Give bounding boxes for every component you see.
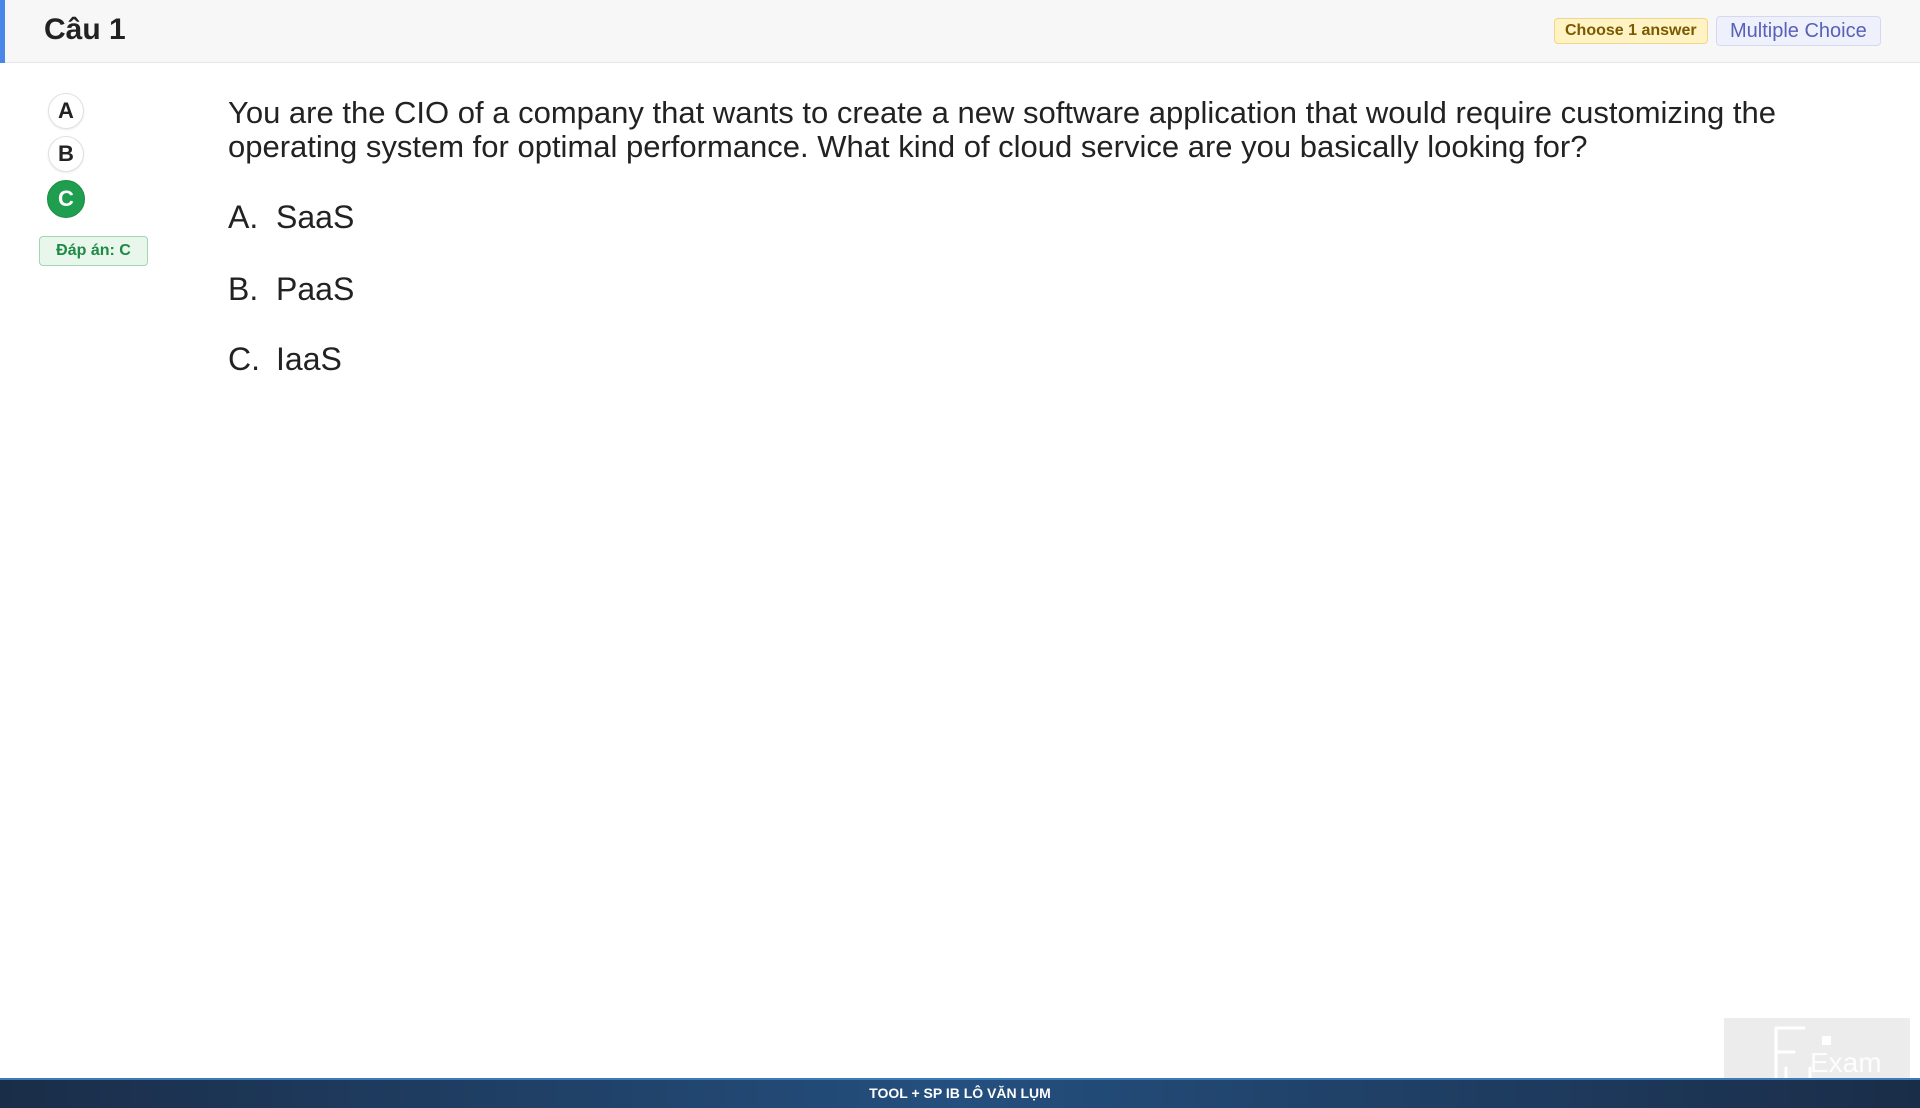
answer-option-c[interactable]: C: [47, 180, 85, 218]
footer-credit-bar: TOOL + SP IB LÔ VĂN LỤM: [0, 1078, 1920, 1108]
choice-letter: B.: [228, 271, 259, 307]
svg-text:Exam: Exam: [1810, 1047, 1882, 1078]
question-type-badge: Multiple Choice: [1716, 16, 1881, 46]
question-text: You are the CIO of a company that wants …: [228, 95, 1777, 164]
question-number-title: Câu 1: [44, 13, 126, 46]
correct-answer-label: Đáp án: C: [39, 236, 148, 266]
choice-letter: A.: [228, 199, 259, 235]
choice-text: SaaS: [276, 199, 355, 235]
answer-option-b[interactable]: B: [48, 136, 84, 172]
choice-text: PaaS: [276, 271, 355, 307]
choice-letter: C.: [228, 341, 260, 377]
answer-option-a[interactable]: A: [48, 93, 84, 129]
question-header: Câu 1 Choose 1 answer Multiple Choice: [0, 0, 1920, 63]
choose-count-badge: Choose 1 answer: [1554, 18, 1708, 44]
choice-c: C. IaaS: [228, 341, 342, 378]
choice-a: A. SaaS: [228, 199, 354, 236]
choice-b: B. PaaS: [228, 271, 354, 308]
header-accent-bar: [0, 0, 5, 63]
choice-text: IaaS: [276, 341, 342, 377]
quiz-page: Câu 1 Choose 1 answer Multiple Choice A …: [0, 0, 1920, 1108]
